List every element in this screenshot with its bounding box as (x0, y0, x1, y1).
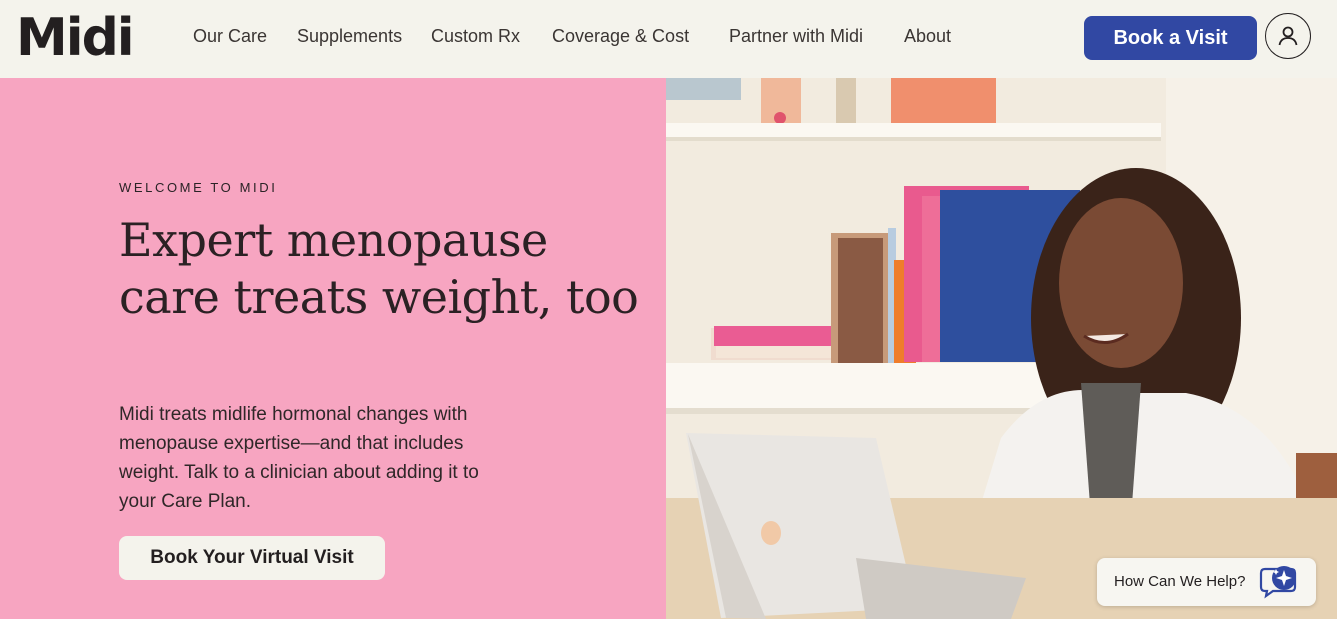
midi-logo[interactable]: Midi (16, 6, 135, 70)
nav-partner[interactable]: Partner with Midi (729, 25, 863, 47)
nav-coverage-cost[interactable]: Coverage & Cost (552, 25, 689, 47)
hero-eyebrow: WELCOME TO MIDI (119, 180, 278, 195)
hero-headline: Expert menopause care treats weight, too (119, 213, 639, 324)
nav-custom-rx[interactable]: Custom Rx (431, 25, 520, 47)
account-button[interactable] (1265, 13, 1311, 59)
help-label: How Can We Help? (1114, 573, 1246, 590)
chat-sparkle-icon (1257, 565, 1301, 604)
help-chat-widget[interactable]: How Can We Help? (1097, 558, 1316, 606)
site-header: Midi Our Care Supplements Custom Rx Cove… (0, 0, 1337, 78)
clinician-photo-illustration (666, 78, 1337, 619)
hero-text-panel: WELCOME TO MIDI Expert menopause care tr… (0, 78, 666, 619)
nav-supplements[interactable]: Supplements (297, 25, 402, 47)
book-visit-button[interactable]: Book a Visit (1084, 16, 1257, 60)
user-icon (1278, 26, 1298, 46)
nav-about[interactable]: About (904, 25, 951, 47)
hero-photo (666, 78, 1337, 619)
book-virtual-visit-button[interactable]: Book Your Virtual Visit (119, 536, 385, 580)
hero-body: Midi treats midlife hormonal changes wit… (119, 404, 479, 512)
nav-our-care[interactable]: Our Care (193, 25, 267, 47)
